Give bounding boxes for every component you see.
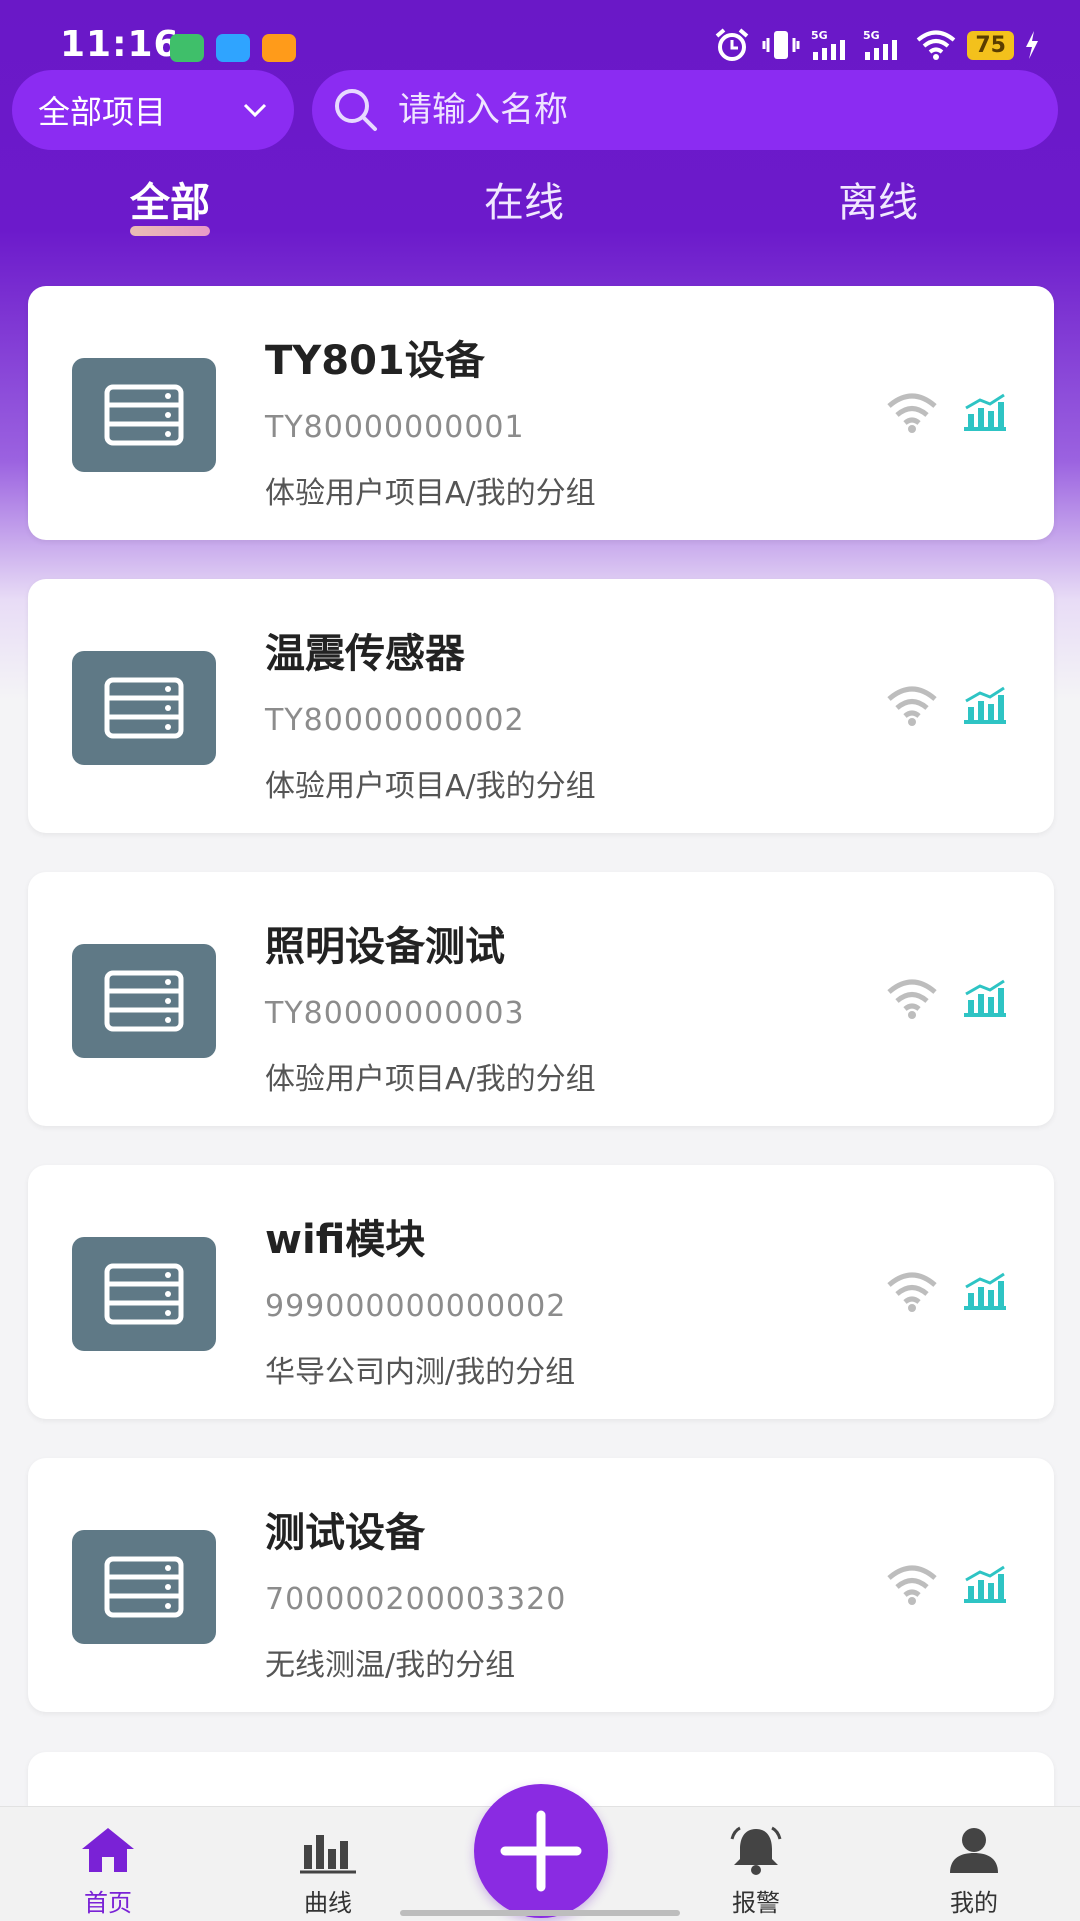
nav-alarm-label: 报警 <box>732 1889 780 1917</box>
signal-5g-icon-2: 5G <box>863 29 898 60</box>
home-indicator[interactable] <box>400 1910 680 1916</box>
signal-label-1: 5G <box>811 29 828 42</box>
cloud-app-icon <box>216 34 250 62</box>
active-tab-indicator <box>130 226 210 236</box>
signal-5g-icon: 5G <box>811 29 846 60</box>
device-name: wifi模块 <box>265 1217 426 1263</box>
device-card[interactable]: 温震传感器 TY80000000002 体验用户项目A/我的分组 <box>28 579 1054 833</box>
chart-icon[interactable] <box>962 392 1008 432</box>
tab-online-label: 在线 <box>484 180 564 226</box>
device-card[interactable]: 照明设备测试 TY80000000003 体验用户项目A/我的分组 <box>28 872 1054 1126</box>
device-serial: TY80000000001 <box>265 410 525 445</box>
server-icon <box>72 944 216 1058</box>
server-icon <box>72 358 216 472</box>
device-card[interactable]: TY801设备 TY80000000001 体验用户项目A/我的分组 <box>28 286 1054 540</box>
nav-alarm[interactable]: 报警 <box>696 1825 816 1918</box>
clipboard-app-icon <box>262 34 296 62</box>
tab-all-label: 全部 <box>130 180 210 226</box>
tab-online[interactable]: 在线 <box>484 170 564 228</box>
battery-level: 75 <box>967 30 1014 60</box>
search-bar[interactable] <box>312 70 1058 150</box>
chart-icon[interactable] <box>962 685 1008 725</box>
status-time: 11:16 <box>60 24 180 65</box>
tab-offline[interactable]: 离线 <box>838 170 918 228</box>
project-select-value: 全部项目 <box>38 93 167 131</box>
nav-curve[interactable]: 曲线 <box>268 1825 388 1918</box>
chart-icon[interactable] <box>962 978 1008 1018</box>
device-name: 照明设备测试 <box>265 924 505 970</box>
device-group: 无线测温/我的分组 <box>265 1648 516 1683</box>
device-group: 体验用户项目A/我的分组 <box>265 769 596 804</box>
add-device-button[interactable] <box>474 1784 608 1918</box>
device-serial: TY80000000002 <box>265 703 525 738</box>
nav-me[interactable]: 我的 <box>914 1825 1034 1918</box>
nav-curve-label: 曲线 <box>304 1889 352 1917</box>
device-name: 测试设备 <box>265 1510 425 1556</box>
bell-icon <box>730 1826 782 1875</box>
server-icon <box>72 1530 216 1644</box>
wifi-offline-icon <box>887 1272 937 1312</box>
search-icon <box>335 89 377 131</box>
tab-offline-label: 离线 <box>838 180 918 226</box>
device-group: 华导公司内测/我的分组 <box>265 1355 576 1390</box>
wifi-offline-icon <box>887 686 937 726</box>
chevron-down-icon <box>243 103 267 118</box>
device-serial: TY80000000003 <box>265 996 525 1031</box>
wifi-offline-icon <box>887 1565 937 1605</box>
alarm-icon <box>716 28 749 61</box>
plus-icon <box>500 1810 582 1892</box>
app-notification-icon <box>170 34 204 62</box>
device-group: 体验用户项目A/我的分组 <box>265 1062 596 1097</box>
tab-all[interactable]: 全部 <box>130 170 210 236</box>
nav-me-label: 我的 <box>950 1889 998 1917</box>
device-card[interactable]: 测试设备 700000200003320 无线测温/我的分组 <box>28 1458 1054 1712</box>
signal-label-2: 5G <box>863 29 880 42</box>
chart-icon[interactable] <box>962 1564 1008 1604</box>
device-card[interactable]: wifi模块 999000000000002 华导公司内测/我的分组 <box>28 1165 1054 1419</box>
chart-icon[interactable] <box>962 1271 1008 1311</box>
nav-home[interactable]: 首页 <box>48 1825 168 1918</box>
wifi-status-icon <box>917 30 956 60</box>
search-input[interactable] <box>396 89 1000 131</box>
device-serial: 999000000000002 <box>265 1289 567 1324</box>
device-name: TY801设备 <box>265 338 485 384</box>
filter-tabs: 全部 在线 离线 <box>0 170 1080 240</box>
device-serial: 700000200003320 <box>265 1582 567 1617</box>
charging-icon <box>1026 31 1038 59</box>
nav-home-label: 首页 <box>84 1889 132 1917</box>
chart-icon <box>300 1835 356 1874</box>
device-name: 温震传感器 <box>265 631 465 677</box>
vibrate-icon <box>762 31 800 59</box>
device-group: 体验用户项目A/我的分组 <box>265 476 596 511</box>
server-icon <box>72 1237 216 1351</box>
user-icon <box>950 1828 998 1873</box>
home-icon <box>82 1828 134 1872</box>
server-icon <box>72 651 216 765</box>
project-select[interactable]: 全部项目 <box>12 70 294 150</box>
wifi-offline-icon <box>887 979 937 1019</box>
wifi-offline-icon <box>887 393 937 433</box>
